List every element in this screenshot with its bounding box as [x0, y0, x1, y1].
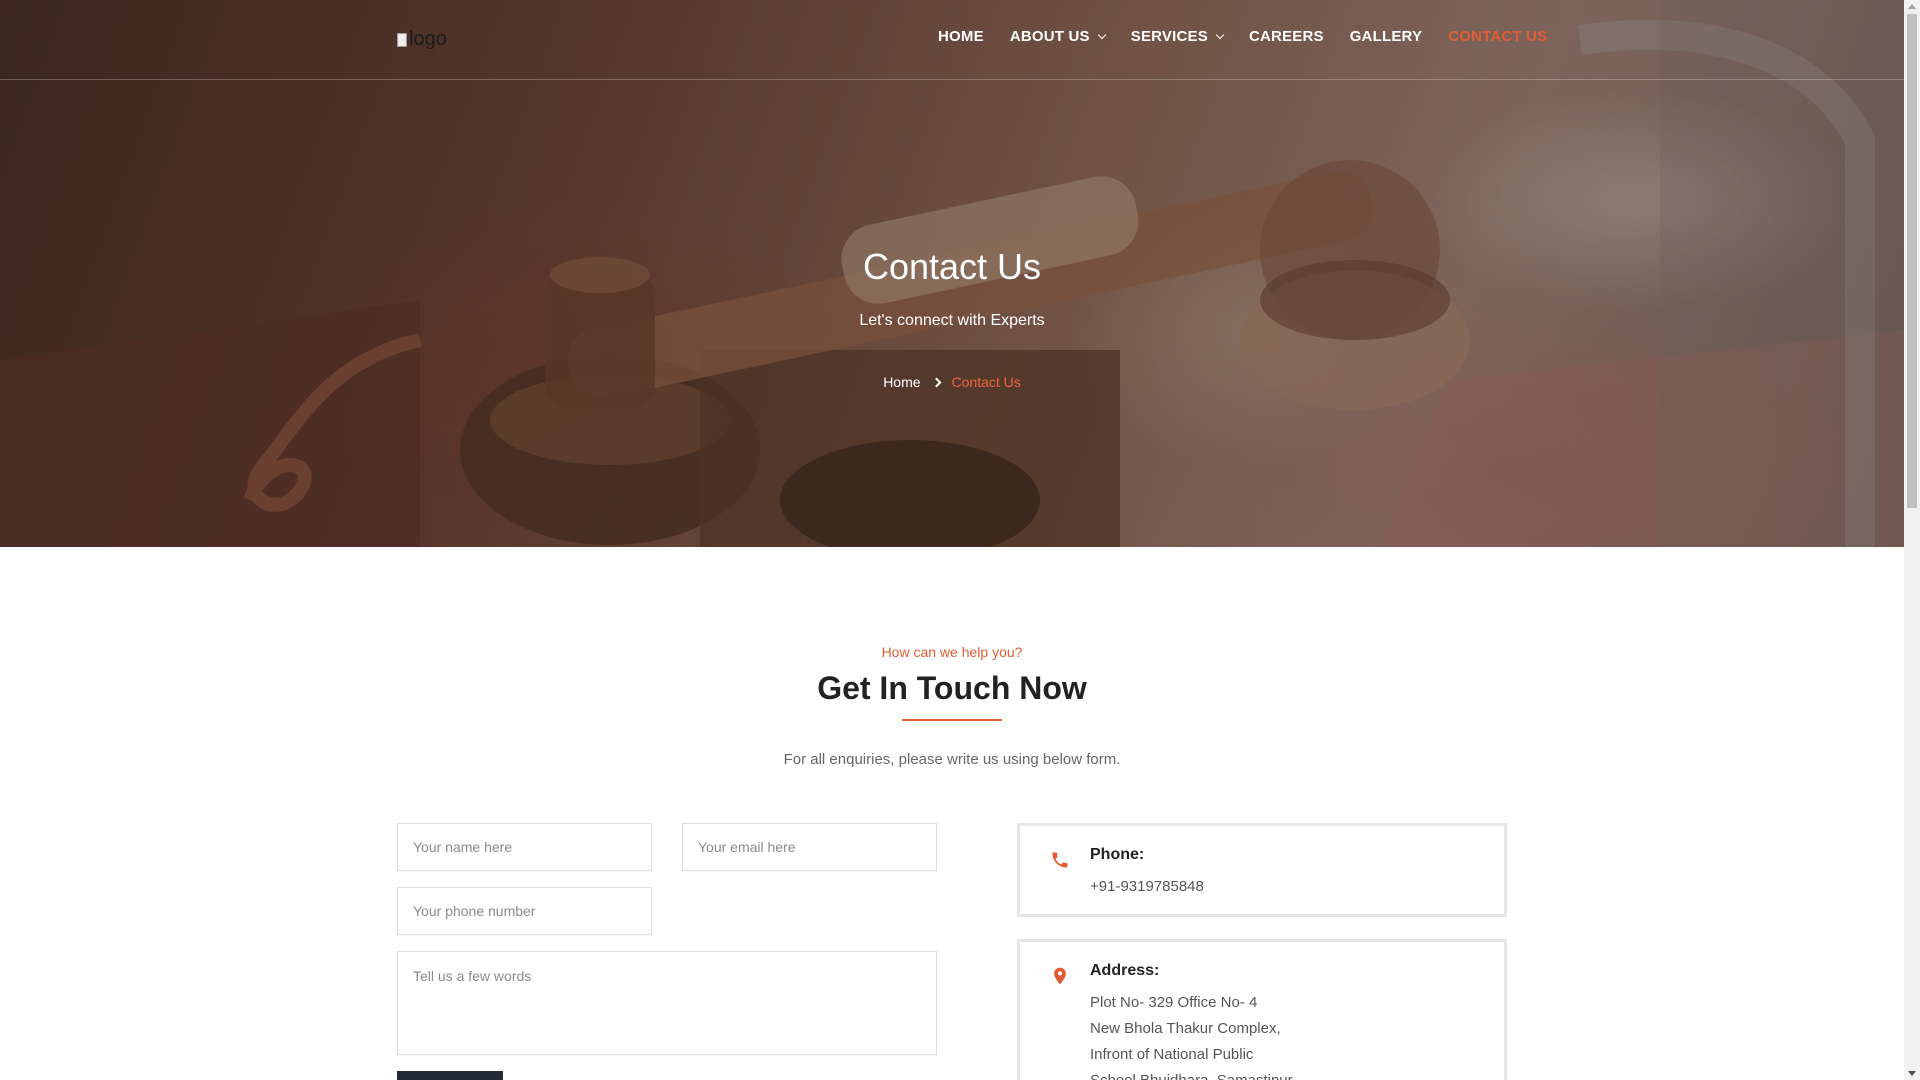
main-nav: HOME ABOUT US SERVICES CAREERS GALLERY C… [938, 28, 1547, 45]
broken-image-icon [397, 32, 407, 47]
page: logo HOME ABOUT US SERVICES CAREERS GALL… [0, 0, 1904, 1080]
hero-banner: logo HOME ABOUT US SERVICES CAREERS GALL… [0, 0, 1904, 547]
nav-contact-us[interactable]: CONTACT US [1448, 28, 1547, 45]
nav-about-us[interactable]: ABOUT US [1009, 28, 1106, 45]
nav-services-label: SERVICES [1130, 28, 1208, 45]
phone-input[interactable] [397, 887, 652, 935]
title-underline [902, 719, 1002, 721]
breadcrumb: Home Contact Us [0, 374, 1904, 390]
hero-subtitle: Let's connect with Experts [859, 312, 1045, 329]
scrollbar-thumb[interactable] [1907, 14, 1917, 508]
location-pin-icon [1054, 967, 1066, 985]
phone-number[interactable]: +91-9319785848 [1090, 874, 1204, 900]
message-textarea[interactable] [397, 951, 937, 1055]
chevron-down-icon [1215, 30, 1225, 39]
section-eyebrow: How can we help you? [881, 644, 1023, 660]
address-card: Address: Plot No- 329 Office No- 4 New B… [1017, 939, 1507, 1080]
logo[interactable]: logo [397, 28, 447, 51]
logo-alt-text: logo [409, 28, 447, 50]
nav-services[interactable]: SERVICES [1130, 28, 1225, 45]
phone-icon [1052, 852, 1068, 868]
vertical-scrollbar[interactable] [1904, 0, 1920, 1080]
breadcrumb-home-link[interactable]: Home [883, 374, 920, 390]
breadcrumb-current: Contact Us [951, 374, 1021, 390]
address-line: New Bhola Thakur Complex, [1090, 1020, 1281, 1037]
nav-home[interactable]: HOME [938, 28, 984, 45]
nav-contact-label: CONTACT US [1448, 28, 1548, 45]
address-line: School Bhuidhara, Samastipur [1090, 1068, 1293, 1080]
hero-title: Contact Us [862, 246, 1042, 287]
submit-button[interactable] [397, 1071, 503, 1080]
chevron-down-icon [1097, 30, 1106, 39]
name-input[interactable] [397, 823, 652, 871]
section-title: Get In Touch Now [817, 670, 1087, 706]
address-label: Address: [1090, 962, 1160, 979]
nav-about-label: ABOUT US [1009, 28, 1090, 45]
email-input[interactable] [682, 823, 937, 871]
nav-gallery-label: GALLERY [1349, 28, 1423, 45]
phone-card: Phone: +91-9319785848 [1017, 823, 1507, 917]
address-line: Infront of National Public [1090, 1046, 1254, 1063]
site-header: logo HOME ABOUT US SERVICES CAREERS GALL… [0, 0, 1904, 80]
address-line: Plot No- 329 Office No- 4 [1090, 994, 1258, 1011]
nav-gallery[interactable]: GALLERY [1350, 28, 1423, 45]
section-intro: For all enquiries, please write us using… [783, 751, 1121, 768]
phone-label: Phone: [1090, 846, 1145, 863]
scroll-down-arrow-icon[interactable] [1908, 1071, 1916, 1076]
address-text: Plot No- 329 Office No- 4 New Bhola Thak… [1090, 990, 1293, 1080]
nav-home-label: HOME [938, 28, 984, 45]
nav-careers-label: CAREERS [1248, 28, 1324, 45]
scroll-up-arrow-icon[interactable] [1908, 4, 1916, 9]
chevron-right-icon [931, 377, 941, 387]
nav-careers[interactable]: CAREERS [1249, 28, 1324, 45]
